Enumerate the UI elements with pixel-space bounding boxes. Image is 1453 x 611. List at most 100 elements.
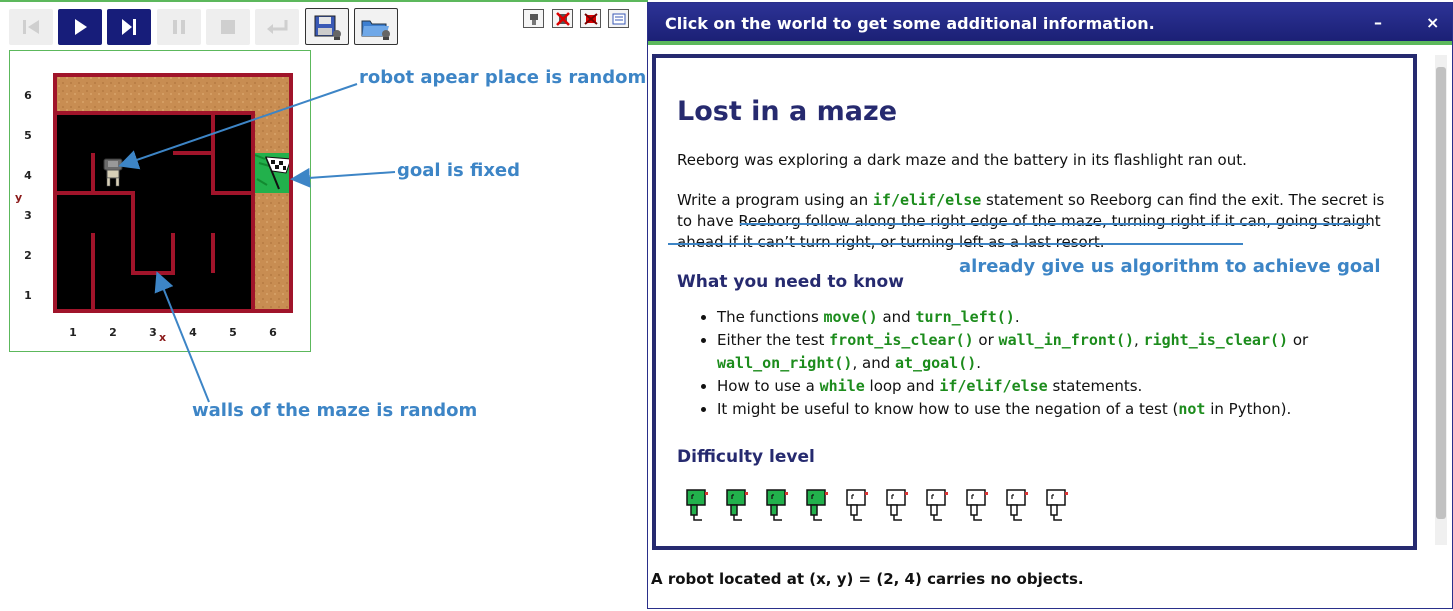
code-if-elif-else: if/elif/else xyxy=(872,191,982,209)
list-text: , xyxy=(1134,331,1144,349)
page-title: Lost in a maze xyxy=(677,96,898,127)
code-front-is-clear: front_is_clear() xyxy=(829,331,974,349)
edit-world-button[interactable] xyxy=(608,9,629,28)
description-dialog: Click on the world to get some additiona… xyxy=(647,2,1453,609)
robot-icon xyxy=(529,13,538,25)
intro-paragraph: Reeborg was exploring a dark maze and th… xyxy=(677,151,1247,169)
robot-mini-button[interactable] xyxy=(523,9,544,28)
open-world-button[interactable] xyxy=(354,8,398,45)
list-item: How to use a while loop and if/elif/else… xyxy=(717,375,1397,398)
return-icon xyxy=(267,20,288,34)
y-tick-label: 3 xyxy=(24,209,32,222)
scrollbar-thumb[interactable] xyxy=(1436,67,1446,519)
list-item: It might be useful to know how to use th… xyxy=(717,398,1397,421)
y-axis-label: y xyxy=(15,191,23,204)
remove-all-icon xyxy=(583,12,598,25)
list-text: loop and xyxy=(864,377,940,395)
difficulty-robot-filled-icon xyxy=(766,489,788,521)
y-tick-label: 1 xyxy=(24,289,32,302)
difficulty-robot-empty-icon xyxy=(886,489,908,521)
difficulty-robot-empty-icon xyxy=(926,489,948,521)
y-tick-label: 4 xyxy=(24,169,32,182)
list-text: Either the test xyxy=(717,331,830,349)
code-at-goal: at_goal() xyxy=(895,354,977,372)
list-text: How to use a xyxy=(717,377,820,395)
difficulty-robot-empty-icon xyxy=(1046,489,1068,521)
reload-button[interactable] xyxy=(9,9,53,45)
close-button[interactable]: × xyxy=(1426,13,1439,32)
difficulty-robot-empty-icon xyxy=(966,489,988,521)
list-text: . xyxy=(976,354,982,372)
code-turn-left: turn_left() xyxy=(915,308,1015,326)
y-tick-label: 5 xyxy=(24,129,32,142)
minimize-button[interactable]: – xyxy=(1374,13,1382,32)
y-tick-label: 6 xyxy=(24,89,32,102)
difficulty-robot-filled-icon xyxy=(726,489,748,521)
x-axis-label: x xyxy=(159,331,167,344)
code-wall-in-front: wall_in_front() xyxy=(998,331,1135,349)
x-tick-label: 6 xyxy=(269,326,277,339)
step-icon xyxy=(122,19,136,35)
open-icon xyxy=(361,20,390,40)
code-wall-on-right: wall_on_right() xyxy=(717,354,853,372)
list-item: The functions move() and turn_left(). xyxy=(717,306,1397,329)
save-icon xyxy=(314,15,341,40)
dark-maze-floor xyxy=(53,113,253,313)
code-right-is-clear: right_is_clear() xyxy=(1143,331,1289,349)
edit-icon xyxy=(612,13,625,24)
play-icon xyxy=(75,19,87,35)
annotation-goal-fixed: goal is fixed xyxy=(397,160,521,181)
annotation-underline xyxy=(668,243,1243,245)
world-info-status: A robot located at (x, y) = (2, 4) carri… xyxy=(651,570,1084,588)
list-text: or xyxy=(973,331,999,349)
stop-icon xyxy=(221,20,235,34)
y-tick-label: 2 xyxy=(24,249,32,262)
x-tick-label: 1 xyxy=(69,326,77,339)
code-not: not xyxy=(1178,400,1206,418)
dialog-title[interactable]: Click on the world to get some additiona… xyxy=(648,3,1452,41)
list-text: and xyxy=(877,308,916,326)
know-heading: What you need to know xyxy=(677,272,904,292)
reverse-step-button[interactable] xyxy=(255,9,299,45)
remove-robot-button[interactable] xyxy=(552,9,573,28)
difficulty-robot-empty-icon xyxy=(846,489,868,521)
remove-robot-icon xyxy=(555,11,570,26)
difficulty-robot-filled-icon xyxy=(806,489,828,521)
x-tick-label: 4 xyxy=(189,326,197,339)
pause-button[interactable] xyxy=(157,9,201,45)
rewind-icon xyxy=(23,20,39,34)
remove-all-button[interactable] xyxy=(580,9,601,28)
difficulty-robot-empty-icon xyxy=(1006,489,1028,521)
list-text: The functions xyxy=(717,308,824,326)
list-item: Either the test front_is_clear() or wall… xyxy=(717,329,1397,375)
x-tick-label: 3 xyxy=(149,326,157,339)
code-if-elif-else: if/elif/else xyxy=(939,377,1048,395)
annotation-algorithm: already give us algorithm to achieve goa… xyxy=(959,256,1381,277)
list-text: , and xyxy=(852,354,895,372)
list-text: statements. xyxy=(1047,377,1143,395)
difficulty-rating xyxy=(685,488,1069,522)
annotation-robot-random: robot apear place is random xyxy=(359,67,647,88)
know-list: The functions move() and turn_left(). Ei… xyxy=(677,306,1397,421)
run-button[interactable] xyxy=(58,9,102,45)
save-world-button[interactable] xyxy=(305,8,349,45)
difficulty-robot-filled-icon xyxy=(686,489,708,521)
task-text: Write a program using an xyxy=(677,191,873,209)
top-border xyxy=(0,0,648,2)
list-text: It might be useful to know how to use th… xyxy=(717,400,1179,418)
pause-icon xyxy=(173,20,185,34)
code-move: move() xyxy=(823,308,878,326)
list-text: . xyxy=(1014,308,1020,326)
stop-button[interactable] xyxy=(206,9,250,45)
code-while: while xyxy=(819,377,865,395)
difficulty-heading: Difficulty level xyxy=(677,447,815,467)
maze-world[interactable] xyxy=(53,73,293,313)
x-tick-label: 2 xyxy=(109,326,117,339)
dialog-content: Lost in a maze Reeborg was exploring a d… xyxy=(652,54,1417,550)
annotation-walls-random: walls of the maze is random xyxy=(192,400,478,421)
dialog-green-rule xyxy=(648,41,1452,45)
annotation-underline xyxy=(740,223,1370,225)
step-button[interactable] xyxy=(107,9,151,45)
x-tick-label: 5 xyxy=(229,326,237,339)
dialog-scrollbar[interactable] xyxy=(1435,55,1447,545)
